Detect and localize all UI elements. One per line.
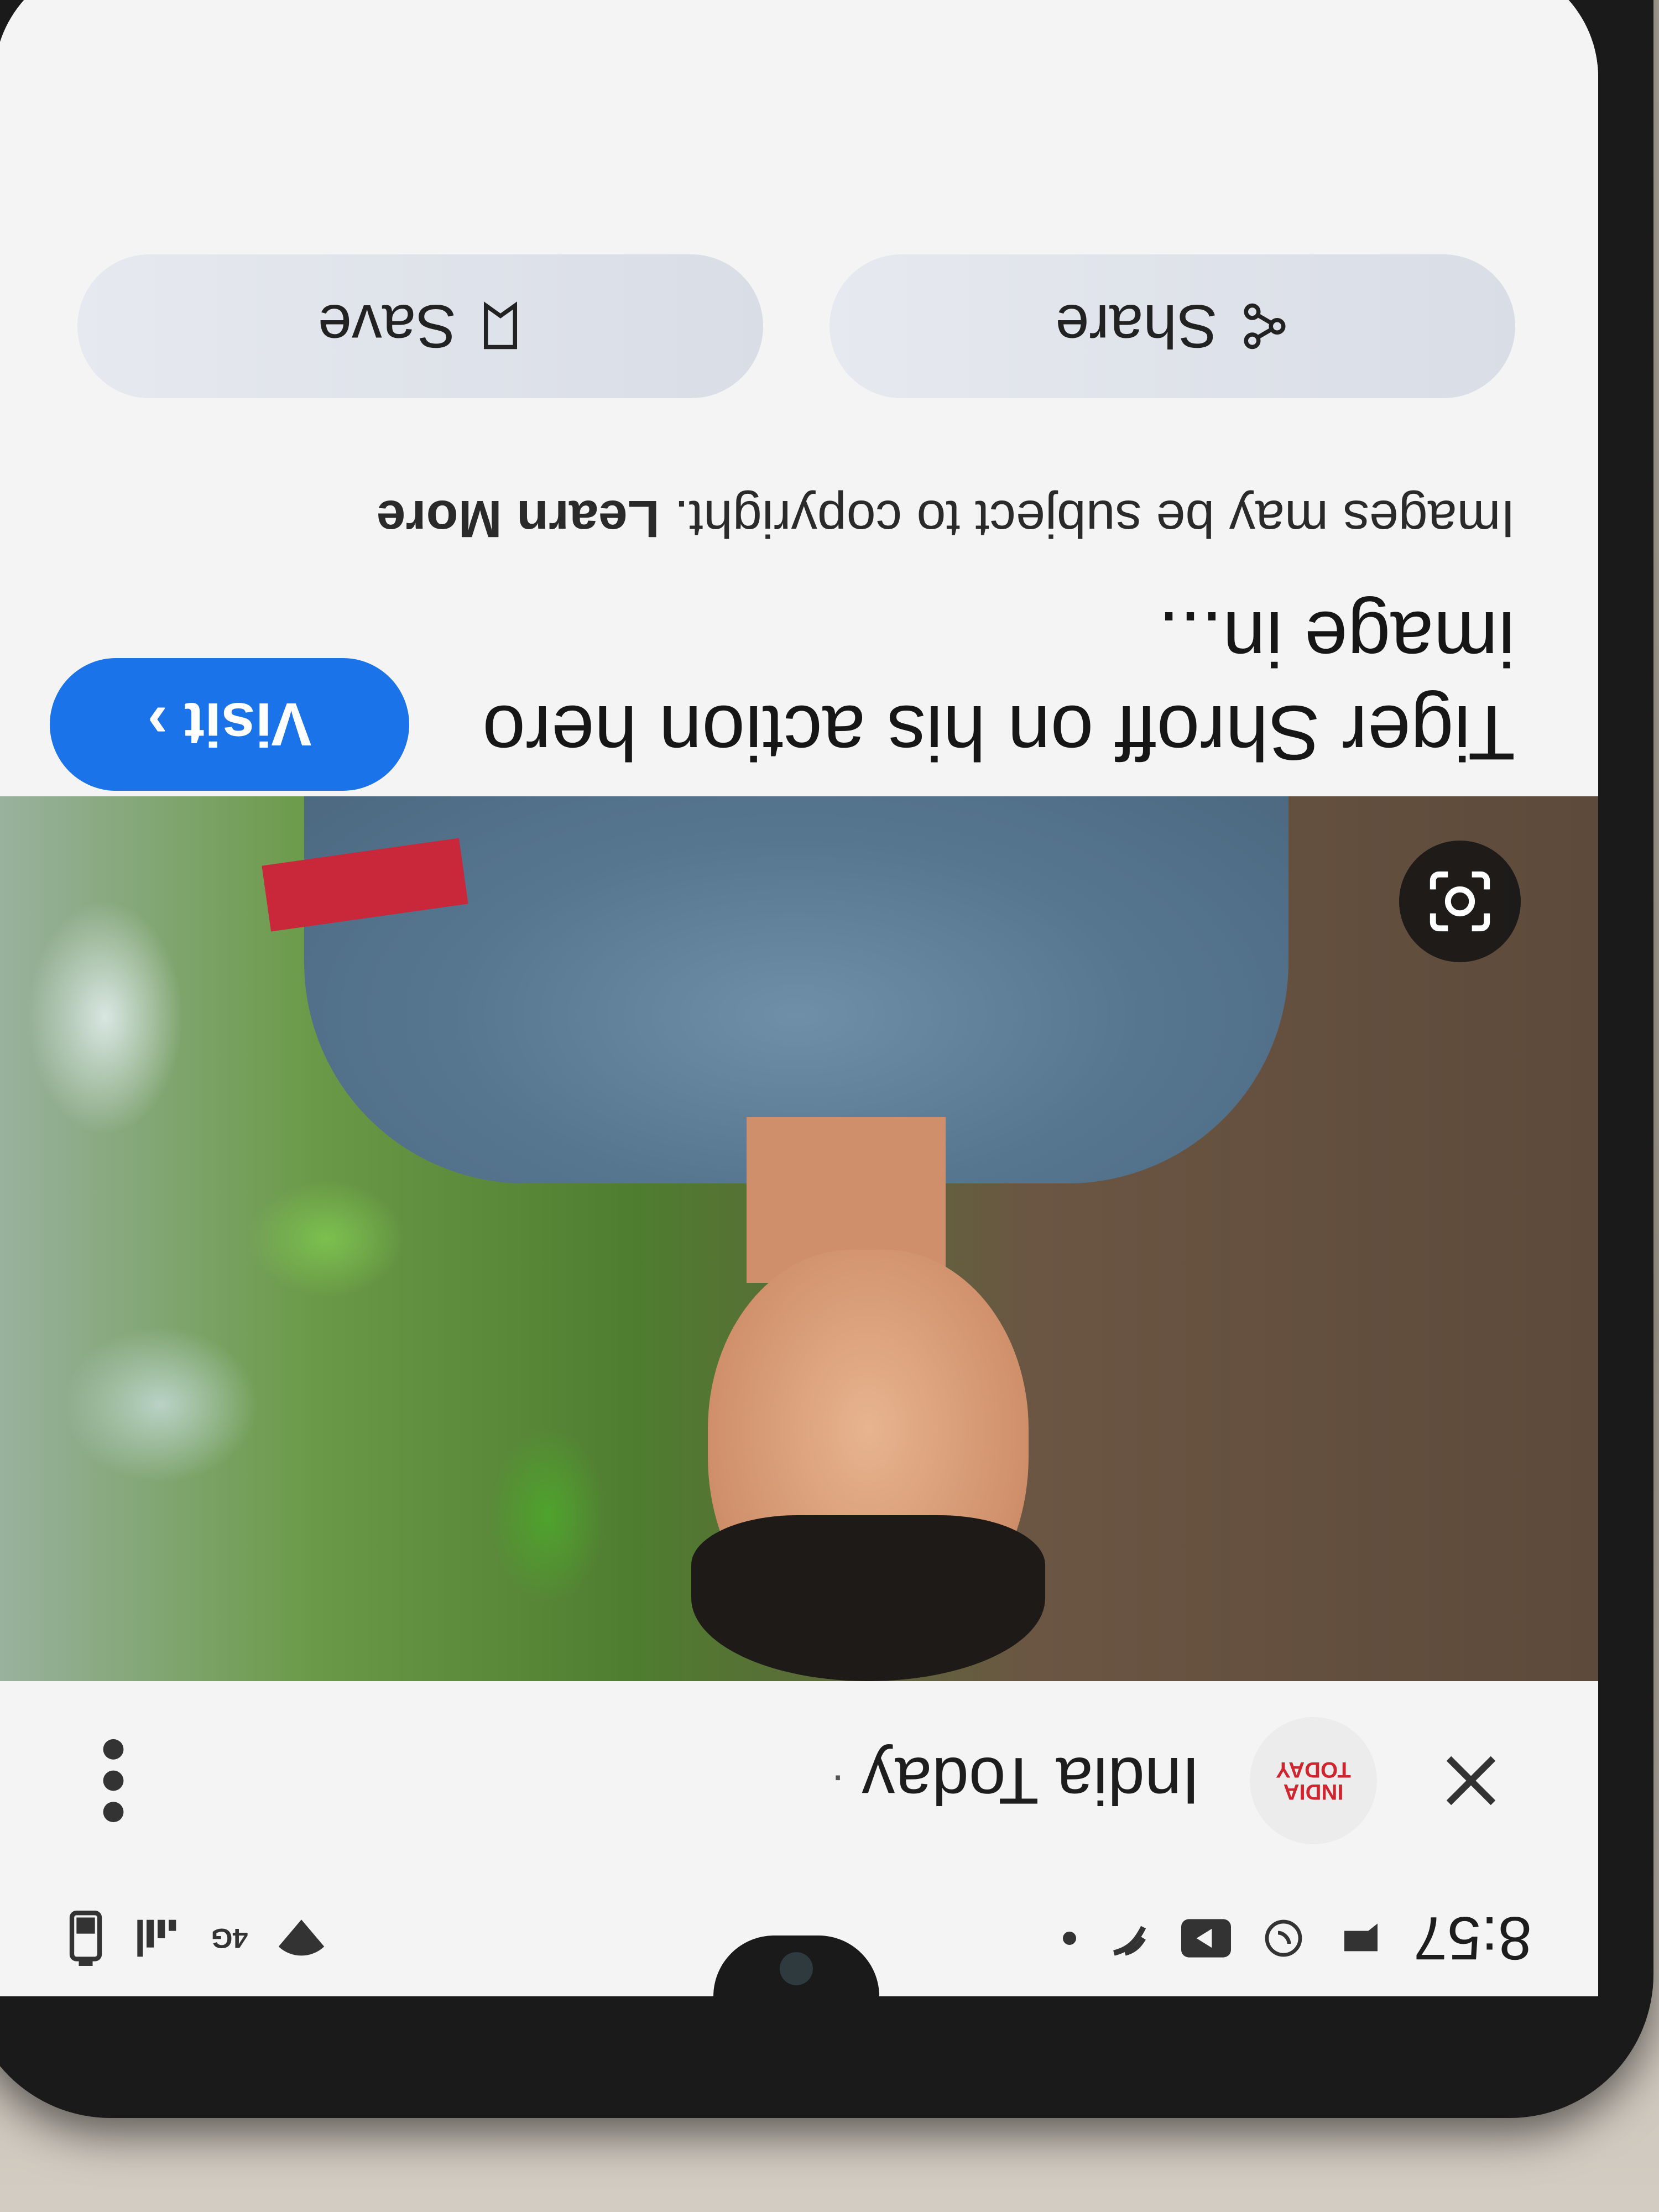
status-left: 8:57: [1062, 1903, 1532, 1974]
image-person-hair: [691, 1515, 1045, 1681]
more-options-button[interactable]: [77, 1725, 149, 1836]
status-right: 4G: [61, 1911, 326, 1966]
youtube-icon: [1181, 1913, 1231, 1963]
chat-notification-icon: [1336, 1913, 1386, 1963]
network-type: 4G: [211, 1923, 248, 1954]
more-notifications-dot: [1062, 1932, 1076, 1945]
lens-icon: [1430, 871, 1490, 932]
source-name[interactable]: India Today: [862, 1743, 1200, 1819]
phone-screen: 8:57 4G INDIA TODAY India Today · Tiger …: [0, 0, 1598, 1996]
share-button[interactable]: Share: [830, 254, 1515, 398]
result-header: INDIA TODAY India Today ·: [0, 1681, 1598, 1880]
save-label: Save: [317, 292, 457, 361]
signal-icon: [133, 1913, 182, 1963]
copyright-notice: Images may be subject to copyright. Lear…: [299, 484, 1515, 553]
chevron-right-icon: ›: [147, 690, 168, 759]
lens-search-button[interactable]: [1399, 841, 1521, 962]
save-button[interactable]: Save: [77, 254, 763, 398]
bookmark-icon: [484, 301, 518, 349]
result-info: Tiger Shroff on his action hero image in…: [0, 0, 1598, 796]
action-row: Share Save: [77, 254, 1515, 398]
source-favicon: INDIA TODAY: [1250, 1717, 1377, 1844]
app-notification-icon: [1104, 1913, 1154, 1963]
visit-label: Visit: [184, 690, 312, 759]
whatsapp-icon: [1259, 1913, 1308, 1963]
display-notch: [713, 1936, 879, 1996]
kebab-menu-icon: [103, 1739, 124, 1823]
favicon-logo-text: INDIA TODAY: [1276, 1757, 1351, 1804]
front-camera: [780, 1952, 813, 1985]
source-separator: ·: [830, 1756, 846, 1806]
share-icon: [1244, 303, 1286, 349]
status-bar: 8:57 4G: [0, 1880, 1598, 1996]
result-title[interactable]: Tiger Shroff on his action hero image in…: [437, 592, 1515, 780]
close-button[interactable]: [1427, 1736, 1515, 1825]
phone-frame: 8:57 4G INDIA TODAY India Today · Tiger …: [0, 0, 1653, 2118]
close-icon: [1446, 1756, 1496, 1806]
learn-more-link[interactable]: Learn More: [377, 489, 660, 548]
status-time: 8:57: [1413, 1904, 1532, 1973]
visit-button[interactable]: Visit ›: [50, 658, 409, 791]
result-image[interactable]: [0, 796, 1598, 1681]
wifi-icon: [276, 1913, 326, 1963]
battery-icon: [61, 1911, 111, 1966]
share-label: Share: [1055, 292, 1218, 361]
copyright-text: Images may be subject to copyright.: [674, 489, 1515, 548]
